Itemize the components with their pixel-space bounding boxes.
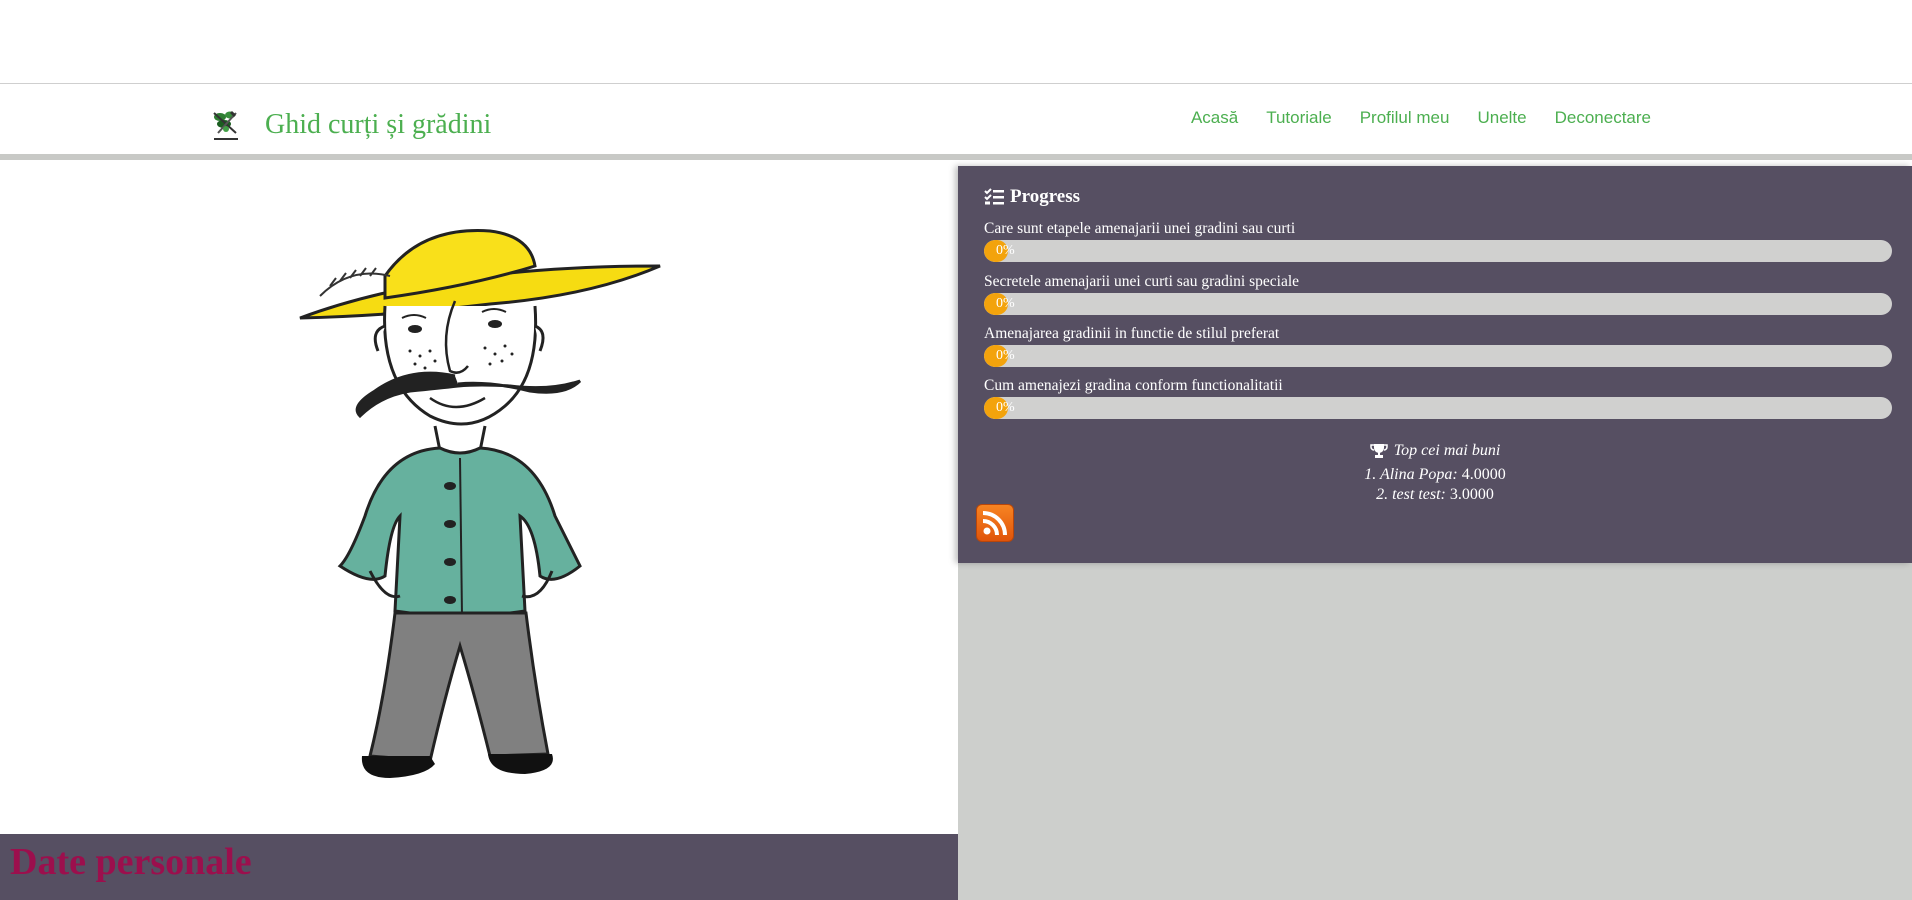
progress-item: Amenajarea gradinii in functie de stilul… (984, 323, 1892, 367)
progress-item-label: Cum amenajezi gradina conform functional… (984, 377, 1283, 394)
leaderboard-title-text: Top cei mai buni (1393, 442, 1501, 459)
nav-tutoriale[interactable]: Tutoriale (1252, 108, 1346, 128)
progress-item: Cum amenajezi gradina conform functional… (984, 375, 1892, 419)
progress-bar: 0% (984, 240, 1892, 262)
progress-bar: 0% (984, 397, 1892, 419)
leaderboard: Top cei mai buni 1. Alina Popa: 4.0000 2… (958, 441, 1912, 505)
progress-item-label: Care sunt etapele amenajarii unei gradin… (984, 220, 1296, 237)
farmer-illustration (299, 229, 661, 778)
progress-title: Progress (1010, 186, 1081, 207)
nav-profilul-meu[interactable]: Profilul meu (1346, 108, 1464, 128)
leaderboard-row: 1. Alina Popa: 4.0000 (958, 465, 1912, 485)
progress-bar: 0% (984, 293, 1892, 315)
progress-item: Secretele amenajarii unei curti sau grad… (984, 271, 1892, 315)
progress-bar: 0% (984, 345, 1892, 367)
progress-heading: Progress (984, 186, 1080, 208)
leaderboard-row: 2. test test: 3.0000 (958, 485, 1912, 505)
nav-deconectare[interactable]: Deconectare (1541, 108, 1665, 128)
progress-item-label: Amenajarea gradinii in functie de stilul… (984, 325, 1280, 342)
leaderboard-score: 4.0000 (1461, 466, 1506, 483)
browser-top-space (0, 0, 1912, 84)
progress-percent: 0% (996, 348, 1015, 363)
progress-percent: 0% (996, 243, 1015, 258)
leaderboard-title: Top cei mai buni (1369, 441, 1501, 461)
trophy-icon (1369, 444, 1388, 458)
leaderboard-name: 1. Alina Popa: (1364, 466, 1458, 483)
profile-image-panel: Date personale (0, 166, 958, 900)
navbar: Ghid curți și grădini Acasă Tutoriale Pr… (0, 85, 1912, 160)
tasks-list-icon (984, 188, 1004, 205)
personal-data-bar: Date personale (0, 834, 958, 900)
leaderboard-name: 2. test test: (1376, 486, 1446, 503)
personal-data-title: Date personale (10, 841, 252, 883)
rss-feed-icon[interactable] (976, 504, 1014, 542)
progress-panel: Progress Care sunt etapele amenajarii un… (958, 166, 1912, 563)
main-nav: Acasă Tutoriale Profilul meu Unelte Deco… (1177, 108, 1665, 128)
progress-item: Care sunt etapele amenajarii unei gradin… (984, 218, 1892, 262)
garden-tools-logo (213, 111, 238, 140)
progress-percent: 0% (996, 400, 1015, 415)
nav-unelte[interactable]: Unelte (1463, 108, 1540, 128)
leaderboard-score: 3.0000 (1449, 486, 1494, 503)
nav-acasa[interactable]: Acasă (1177, 108, 1252, 128)
progress-item-label: Secretele amenajarii unei curti sau grad… (984, 273, 1300, 290)
progress-percent: 0% (996, 296, 1015, 311)
brand-title[interactable]: Ghid curți și grădini (265, 109, 491, 141)
brand-link[interactable]: Ghid curți și grădini (206, 105, 491, 145)
